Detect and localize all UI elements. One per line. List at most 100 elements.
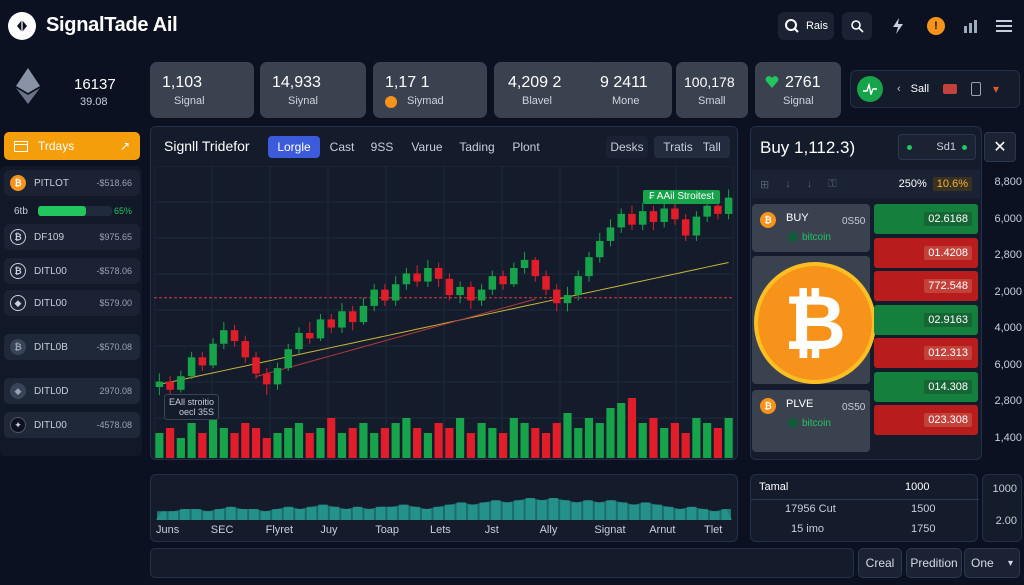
sidebar-item[interactable]: ◆ DITL0D 2970.08 xyxy=(4,378,140,404)
command-input[interactable] xyxy=(150,548,854,578)
candle-body xyxy=(520,259,529,268)
orderbook-row-value: 023.308 xyxy=(924,413,972,427)
overview-chart[interactable] xyxy=(156,478,732,520)
overview-bar xyxy=(560,500,570,520)
prediction-button[interactable]: Predition xyxy=(906,548,962,578)
stat-card-4[interactable]: 4,209 2 Blavel xyxy=(494,62,600,118)
stat-card-2[interactable]: 14,933 Siynal xyxy=(260,62,366,118)
search-button[interactable]: Rais xyxy=(778,12,834,40)
orderbook-row[interactable]: 02.6168 xyxy=(874,204,978,234)
sidebar-item[interactable]: ◆ DITL00 $579.00 xyxy=(4,290,140,316)
stat-card-6[interactable]: 100,178 Small xyxy=(676,62,748,118)
down-arrow-icon[interactable]: ↓ xyxy=(807,178,813,190)
summary-axis-label: 2.00 xyxy=(995,515,1017,527)
overview-bar xyxy=(260,511,271,520)
orderbook-row[interactable]: 772.548 xyxy=(874,271,978,301)
volume-bar xyxy=(445,428,454,458)
stat-value: 4,209 2 xyxy=(508,74,562,91)
tab-tading[interactable]: Tading xyxy=(454,136,500,158)
candlestick-chart[interactable] xyxy=(154,166,734,458)
time-axis-label: Ally xyxy=(539,524,558,536)
tab-cast[interactable]: Cast xyxy=(324,136,360,158)
sidebar-header-trdays[interactable]: Trdays ↗ xyxy=(4,132,140,160)
zoom-button[interactable] xyxy=(842,12,872,40)
sell-button[interactable]: Sall xyxy=(911,83,929,95)
overview-bar xyxy=(640,502,651,520)
tab-desks[interactable]: Desks xyxy=(606,136,648,158)
candle-body xyxy=(553,289,561,304)
candle-body xyxy=(413,273,421,282)
volume-bar xyxy=(251,428,261,458)
overview-bar xyxy=(364,509,374,520)
stat-label: Siynal xyxy=(288,95,318,107)
sidebar-item[interactable]: ₿ DITL0B -$570.08 xyxy=(4,334,140,360)
volume-bar xyxy=(155,433,164,458)
grid-icon[interactable]: ⊞ xyxy=(760,178,769,191)
tab-lorgle[interactable]: Lorgle xyxy=(268,136,320,158)
stat-label: Siymad xyxy=(407,95,444,107)
zoom-icon xyxy=(850,19,864,33)
orderbook-row[interactable]: 023.308 xyxy=(874,405,978,435)
back-chevron-icon[interactable]: ‹ xyxy=(897,83,901,95)
overview-bar xyxy=(237,509,248,520)
tab-plont[interactable]: Plont xyxy=(506,136,546,158)
sidebar-item[interactable]: 6tb 65% xyxy=(4,198,140,224)
plve-entry[interactable]: ₿ PLVE 0S50 bitcoin xyxy=(752,390,870,452)
orderbook-row[interactable]: 01.4208 xyxy=(874,237,978,268)
sidebar-item-symbol: PITLOT xyxy=(34,177,70,189)
time-axis: Juns SEC Flyret Juy Toap Lets Jst Ally Signat Arn… xyxy=(156,524,732,538)
coin-icon xyxy=(385,96,397,108)
volume-bar xyxy=(230,433,239,458)
orderbook-title: Buy 1,112.3) xyxy=(760,138,856,157)
menu-button[interactable] xyxy=(990,12,1018,40)
tab-tall[interactable]: Tall xyxy=(703,140,721,154)
sidebar-item[interactable]: ₿ DF109 $975.65 xyxy=(4,224,140,250)
tab-tratis[interactable]: Tratis xyxy=(663,140,693,154)
stats-button[interactable] xyxy=(958,12,984,40)
heart-icon xyxy=(765,76,779,88)
orderbook-sell-toggle[interactable]: Sd1 xyxy=(898,134,976,160)
tab-varue[interactable]: Varue xyxy=(406,136,448,158)
stat-value: 2761 xyxy=(785,74,821,91)
overview-bar xyxy=(652,504,662,520)
stat-card-7[interactable]: 2761 Signal xyxy=(755,62,841,118)
overview-bar xyxy=(295,509,305,520)
flash-button[interactable] xyxy=(884,12,912,40)
stat-card-3[interactable]: 1,17 1 Siymad xyxy=(373,62,487,118)
sidebar-item-price: -$578.06 xyxy=(96,266,132,276)
dropdown-chevron-icon[interactable]: ▾ xyxy=(993,82,999,96)
price-axis-label: 2,800 xyxy=(994,249,1022,261)
interval-select[interactable]: One ▾ xyxy=(964,548,1020,578)
orderbook-row[interactable]: 02.9163 xyxy=(874,304,978,335)
down-arrow-icon[interactable]: ↓ xyxy=(785,178,791,190)
volume-bar xyxy=(380,428,390,458)
orderbook-row[interactable]: 014.308 xyxy=(874,371,978,402)
volume-bar xyxy=(541,433,551,458)
sidebar-item-symbol: DF109 xyxy=(34,231,65,243)
alert-button[interactable]: ! xyxy=(922,12,950,40)
candle-body xyxy=(295,332,303,350)
stat-value: 1,103 xyxy=(162,74,203,91)
sidebar-item[interactable]: ₿ DITL00 -$578.06 xyxy=(4,258,140,284)
tab-9ss[interactable]: 9SS xyxy=(366,136,398,158)
lock-icon[interactable]: ⚿ xyxy=(828,178,836,191)
overview-bar xyxy=(168,511,179,520)
app-logo-icon xyxy=(8,12,36,40)
candle-body xyxy=(531,259,540,277)
overview-bar xyxy=(352,506,363,520)
stat-card-1[interactable]: 1,103 Signal xyxy=(150,62,254,118)
sidebar-item[interactable]: ✦ DITL00 -4578.08 xyxy=(4,412,140,438)
stat-value: 14,933 xyxy=(272,74,321,91)
wallet-icon[interactable] xyxy=(943,84,958,94)
copy-icon[interactable] xyxy=(971,82,982,96)
close-icon[interactable]: ✕ xyxy=(984,132,1016,162)
overview-bar xyxy=(318,504,328,520)
sidebar-item[interactable]: ₿ PITLOT -$518.66 xyxy=(4,170,140,196)
orderbook-row[interactable]: 012.313 xyxy=(874,338,978,368)
volume-bar xyxy=(176,438,185,458)
signal-icon[interactable] xyxy=(857,76,883,102)
buy-entry[interactable]: ₿ BUY 0S50 bitcoin xyxy=(752,204,870,252)
overview-bar xyxy=(203,511,213,520)
clear-button[interactable]: Creal xyxy=(858,548,902,578)
stat-card-5[interactable]: 9 2411 Mone xyxy=(590,62,672,118)
